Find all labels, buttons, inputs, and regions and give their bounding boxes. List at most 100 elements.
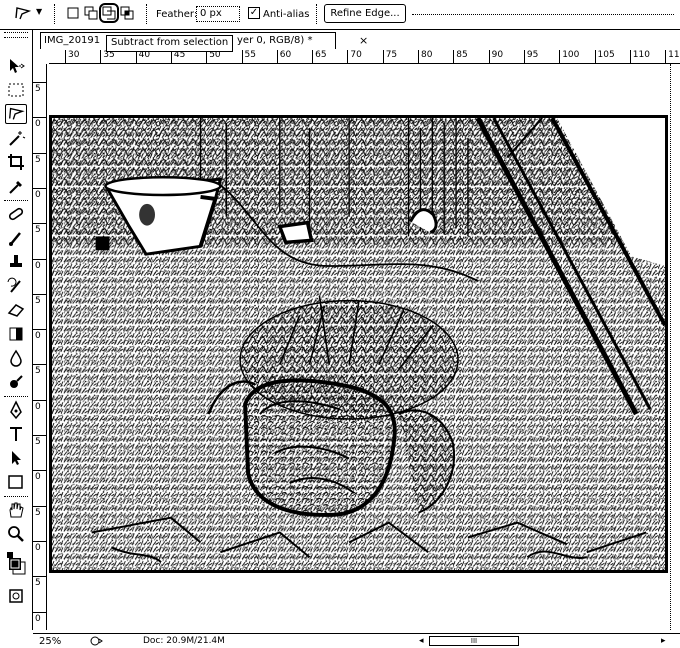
add-to-selection-button[interactable]	[84, 6, 98, 20]
ruler-left-label: 0	[35, 331, 41, 342]
path-selection-icon[interactable]	[5, 448, 27, 468]
marquee-tool-icon[interactable]	[5, 80, 27, 100]
move-tool-icon[interactable]	[5, 56, 27, 76]
ruler-top-tick: 30	[65, 50, 79, 64]
ruler-left-label: 5	[35, 366, 41, 377]
ruler-left-tick: 0	[33, 187, 47, 200]
toolbox	[0, 30, 33, 630]
zoom-level[interactable]: 25%	[39, 636, 61, 647]
scroll-left-arrow-icon[interactable]: ◂	[419, 636, 424, 646]
ruler-top-tick: 65	[312, 50, 327, 64]
magic-wand-icon[interactable]	[5, 128, 27, 148]
ruler-top-tick: 90	[488, 50, 503, 64]
dodge-tool-icon[interactable]	[5, 372, 27, 392]
ground-object	[277, 220, 314, 245]
zoom-tool-icon[interactable]	[5, 524, 27, 544]
document-title-start: IMG_20191	[44, 35, 101, 46]
blur-tool-icon[interactable]	[5, 348, 27, 368]
history-brush-icon[interactable]	[5, 276, 27, 296]
ruler-left-label: 0	[35, 472, 41, 483]
ruler-left-tick: 0	[33, 329, 47, 341]
subtract-from-selection-button[interactable]	[99, 3, 119, 23]
ruler-top-tick: 80	[418, 50, 432, 64]
pen-tool-icon[interactable]	[5, 400, 27, 420]
ruler-top-tick: 100	[559, 50, 579, 64]
ruler-left-label: 5	[35, 295, 41, 306]
ruler-top-tick: 115	[665, 50, 680, 64]
scroll-right-arrow-icon[interactable]: ▸	[661, 636, 666, 646]
ruler-left-label: 0	[35, 401, 41, 412]
crop-tool-icon[interactable]	[5, 152, 27, 172]
vertical-scrollbar[interactable]	[670, 64, 680, 630]
ruler-top-tick: 35	[100, 50, 115, 64]
ruler-top-label: 110	[632, 50, 650, 60]
toolbox-grip[interactable]	[4, 32, 28, 38]
lasso-tool-icon[interactable]	[5, 104, 27, 124]
new-selection-button[interactable]	[66, 6, 80, 20]
toolbox-separator	[4, 200, 28, 201]
ruler-top-label: 75	[385, 50, 398, 60]
ruler-top: 30 35 40 45 50 55 60 65 70 75 80 85 90 95 100 105 110 115	[49, 50, 680, 64]
ruler-top-label: 60	[279, 50, 292, 60]
type-tool-icon[interactable]	[5, 424, 27, 444]
tool-preset-arrow-icon[interactable]: ▼	[36, 7, 42, 16]
ruler-left-tick: 0	[33, 258, 47, 271]
ruler-top-label: 100	[562, 50, 580, 60]
lasso-preset-icon[interactable]	[14, 5, 32, 21]
ruler-left-tick: 5	[33, 364, 47, 376]
eraser-icon[interactable]	[5, 300, 27, 320]
antialias-checkbox[interactable]: ✓	[248, 7, 260, 19]
ruler-top-label: 70	[350, 50, 362, 60]
ruler-left-tick: 0	[33, 611, 47, 624]
brush-tool-icon[interactable]	[5, 228, 27, 248]
ruler-top-tick: 60	[276, 50, 291, 64]
ruler-top-label: 80	[421, 50, 433, 60]
clone-stamp-icon[interactable]	[5, 252, 27, 272]
ruler-left-tick: 5	[33, 223, 47, 235]
ruler-top-label: 95	[526, 50, 539, 60]
quick-mask-icon[interactable]	[5, 586, 27, 606]
horizontal-scrollbar-thumb[interactable]: III	[429, 636, 519, 646]
ruler-top-tick: 85	[453, 50, 468, 64]
tooltip: Subtract from selection	[106, 35, 234, 52]
ruler-left-tick: 5	[33, 576, 47, 588]
shape-tool-icon[interactable]	[5, 472, 27, 492]
ruler-left-label: 5	[35, 225, 41, 236]
ruler-top-label: 105	[597, 50, 615, 60]
ruler-left-tick: 0	[33, 540, 47, 553]
toolbox-separator	[4, 496, 28, 497]
ruler-top-tick: 110	[629, 50, 650, 64]
hand-tool-icon[interactable]	[5, 500, 27, 520]
ruler-top-label: 85	[456, 50, 468, 60]
ruler-top-tick: 50	[206, 50, 221, 64]
ruler-top-tick: 45	[170, 50, 185, 64]
ruler-top-tick: 75	[382, 50, 397, 64]
ruler-left-tick: 0	[33, 117, 47, 129]
ruler-left-tick: 5	[33, 435, 47, 447]
ruler-left-tick: 5	[33, 152, 47, 165]
refine-edge-button[interactable]: Refine Edge...	[324, 4, 406, 23]
ruler-top-label: 30	[68, 50, 80, 60]
image-canvas[interactable]	[49, 115, 668, 573]
ruler-top-label: 90	[491, 50, 504, 60]
ruler-left-label: 0	[35, 613, 41, 624]
ruler-top-tick: 105	[594, 50, 615, 64]
photo-line-art	[52, 118, 665, 570]
gradient-tool-icon[interactable]	[5, 324, 27, 344]
color-swatches[interactable]	[5, 550, 27, 580]
ruler-left-tick: 0	[33, 470, 47, 482]
ruler-top-label: 65	[315, 50, 327, 60]
ruler-left: 5 0 5 0 5 0 5 0 5 0 5 0 5 0 5 0	[33, 64, 47, 630]
healing-brush-icon[interactable]	[5, 204, 27, 224]
ruler-left-label: 5	[35, 578, 41, 589]
dark-block	[95, 236, 110, 251]
status-menu-icon[interactable]	[89, 635, 103, 647]
feather-input[interactable]: 0 px	[196, 6, 240, 22]
ruler-top-label: 55	[244, 50, 256, 60]
ruler-top-tick: 70	[347, 50, 362, 64]
eyedropper-icon[interactable]	[5, 176, 27, 196]
feather-label: Feather:	[156, 9, 198, 20]
close-icon[interactable]: ×	[359, 34, 368, 47]
separator	[146, 4, 147, 24]
intersect-selection-button[interactable]	[120, 6, 134, 20]
